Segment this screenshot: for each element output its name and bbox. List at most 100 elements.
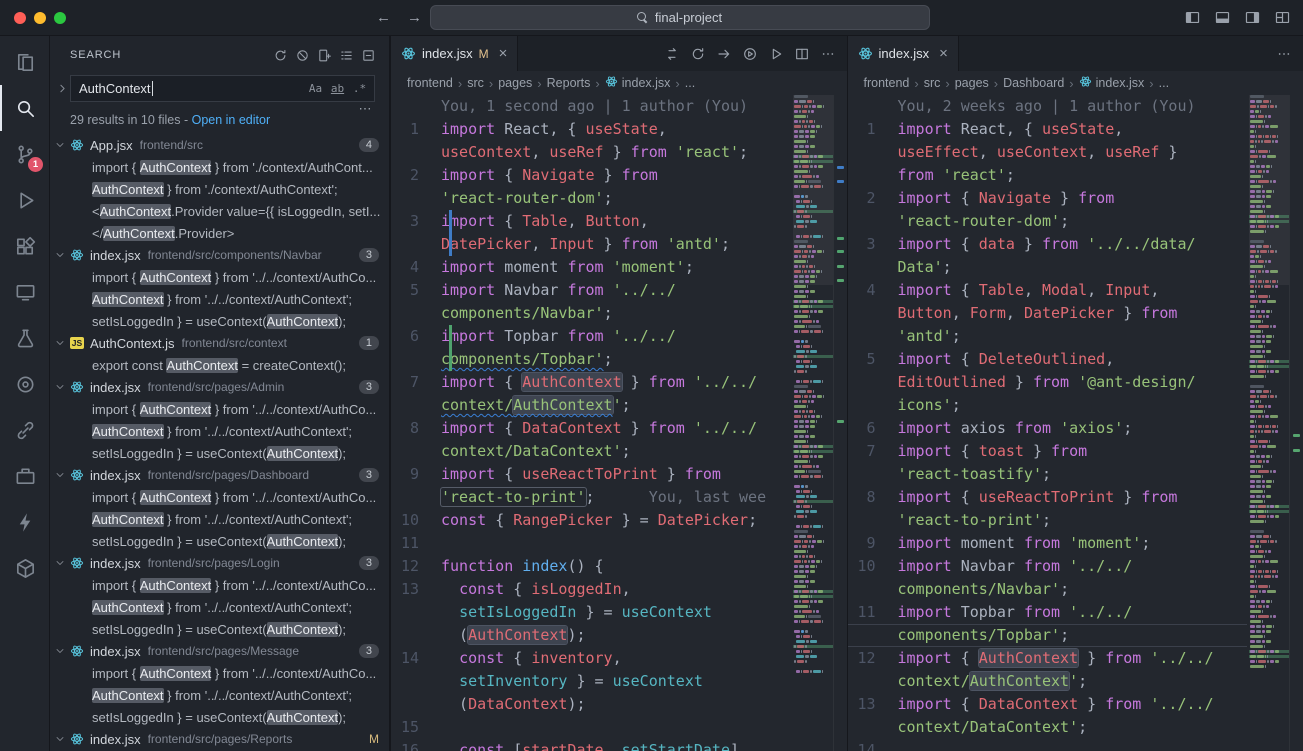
code-line[interactable]: components/Topbar'; [391, 348, 791, 371]
code-line[interactable]: components/Topbar'; [848, 624, 1248, 647]
activity-toolbox[interactable] [0, 453, 49, 499]
search-match-row[interactable]: setIsLoggedIn } = useContext(AuthContext… [50, 706, 389, 728]
search-file-row[interactable]: App.jsxfrontend/src4 [50, 134, 389, 156]
code-line[interactable]: 7import { AuthContext } from '../../ [391, 371, 791, 394]
panel-right-icon[interactable] [1244, 9, 1261, 26]
panel-left-icon[interactable] [1184, 9, 1201, 26]
code-line[interactable]: setIsLoggedIn } = useContext [391, 601, 791, 624]
run-debug-icon[interactable] [765, 43, 787, 65]
code-line[interactable]: context/AuthContext'; [391, 394, 791, 417]
breadcrumb-item[interactable]: src [467, 76, 484, 90]
match-case-icon[interactable]: Aa [306, 79, 325, 98]
open-new-search-editor-icon[interactable] [313, 44, 335, 66]
code-line[interactable]: 8import { DataContext } from '../../ [391, 417, 791, 440]
code-line[interactable]: EditOutlined } from '@ant-design/ [848, 371, 1248, 394]
search-match-row[interactable]: </AuthContext.Provider> [50, 222, 389, 244]
code-line[interactable]: 6import axios from 'axios'; [848, 417, 1248, 440]
search-match-row[interactable]: setIsLoggedIn } = useContext(AuthContext… [50, 618, 389, 640]
open-in-editor-link[interactable]: Open in editor [192, 113, 271, 127]
code-line[interactable]: useContext, useRef } from 'react'; [391, 141, 791, 164]
toggle-replace-icon[interactable] [56, 82, 70, 95]
code-line[interactable]: 2import { Navigate } from [391, 164, 791, 187]
code-line[interactable]: 3import { data } from '../../data/ [848, 233, 1248, 256]
code-line[interactable]: 'antd'; [848, 325, 1248, 348]
breadcrumb-item[interactable]: ... [685, 76, 695, 90]
code-line[interactable]: 2import { Navigate } from [848, 187, 1248, 210]
activity-run-and-debug[interactable] [0, 177, 49, 223]
code-line[interactable]: 13 const { isLoggedIn, [391, 578, 791, 601]
code-line[interactable]: DatePicker, Input } from 'antd'; [391, 233, 791, 256]
code-line[interactable]: You, 1 second ago | 1 author (You) [391, 95, 791, 118]
code-line[interactable]: 9import { useReactToPrint } from [391, 463, 791, 486]
search-file-row[interactable]: index.jsxfrontend/src/pages/Login3 [50, 552, 389, 574]
search-match-row[interactable]: AuthContext } from '../../context/AuthCo… [50, 596, 389, 618]
code-line[interactable]: 14 const { inventory, [391, 647, 791, 670]
breadcrumb-item[interactable]: frontend [407, 76, 453, 90]
more-actions-icon[interactable] [817, 43, 839, 65]
search-match-row[interactable]: AuthContext } from '../../context/AuthCo… [50, 508, 389, 530]
activity-project-manager[interactable] [0, 545, 49, 591]
open-changes-icon[interactable] [661, 43, 683, 65]
breadcrumb-item[interactable]: index.jsx [1079, 75, 1145, 91]
search-match-row[interactable]: import { AuthContext } from '../../conte… [50, 486, 389, 508]
code-area[interactable]: You, 2 weeks ago | 1 author (You)1import… [848, 95, 1248, 751]
panel-bottom-icon[interactable] [1214, 9, 1231, 26]
clear-search-icon[interactable] [291, 44, 313, 66]
search-file-row[interactable]: JSAuthContext.jsfrontend/src/context1 [50, 332, 389, 354]
overview-ruler[interactable] [1289, 95, 1303, 751]
search-match-row[interactable]: setIsLoggedIn } = useContext(AuthContext… [50, 530, 389, 552]
code-line[interactable]: 11import Topbar from '../../ [848, 601, 1248, 624]
code-line[interactable]: 'react-router-dom'; [391, 187, 791, 210]
search-file-row[interactable]: index.jsxfrontend/src/pages/ReportsM [50, 728, 389, 750]
code-line[interactable]: 16 const [startDate, setStartDate] [391, 739, 791, 751]
code-area[interactable]: You, 1 second ago | 1 author (You)1impor… [391, 95, 791, 751]
code-line[interactable]: 15 [391, 716, 791, 739]
search-match-row[interactable]: <AuthContext.Provider value={{ isLoggedI… [50, 200, 389, 222]
code-line[interactable]: components/Navbar'; [391, 302, 791, 325]
search-match-row[interactable]: AuthContext } from '../../context/AuthCo… [50, 420, 389, 442]
activity-gitlens[interactable] [0, 361, 49, 407]
search-file-row[interactable]: index.jsxfrontend/src/pages/Admin3 [50, 376, 389, 398]
code-line[interactable]: context/DataContext'; [848, 716, 1248, 739]
code-line[interactable]: Data'; [848, 256, 1248, 279]
code-line[interactable]: 12function index() { [391, 555, 791, 578]
code-line[interactable]: setInventory } = useContext [391, 670, 791, 693]
whole-word-icon[interactable]: ab [328, 79, 347, 98]
code-line[interactable]: 10const { RangePicker } = DatePicker; [391, 509, 791, 532]
regex-icon[interactable]: .* [350, 79, 369, 98]
breadcrumb-item[interactable]: ... [1159, 76, 1169, 90]
view-as-list-icon[interactable] [335, 44, 357, 66]
breadcrumb-item[interactable]: frontend [864, 76, 910, 90]
activity-extensions[interactable] [0, 223, 49, 269]
tab-index-jsx-dashboard[interactable]: index.jsx × [848, 36, 959, 71]
code-line[interactable]: 5import { DeleteOutlined, [848, 348, 1248, 371]
breadcrumb-item[interactable]: Dashboard [1003, 76, 1064, 90]
code-line[interactable]: 'react-toastify'; [848, 463, 1248, 486]
code-line[interactable]: 1import React, { useState, [848, 118, 1248, 141]
search-file-row[interactable]: index.jsxfrontend/src/components/Navbar3 [50, 244, 389, 266]
back-icon[interactable]: ← [376, 9, 391, 26]
code-line[interactable]: Button, Form, DatePicker } from [848, 302, 1248, 325]
more-actions-icon[interactable] [1273, 43, 1295, 65]
code-line[interactable]: 11 [391, 532, 791, 555]
search-match-row[interactable]: setIsLoggedIn } = useContext(AuthContext… [50, 310, 389, 332]
code-line[interactable]: 12import { AuthContext } from '../../ [848, 647, 1248, 670]
code-line[interactable]: (DataContext); [391, 693, 791, 716]
breadcrumb-item[interactable]: src [924, 76, 941, 90]
code-line[interactable]: (AuthContext); [391, 624, 791, 647]
activity-testing[interactable] [0, 315, 49, 361]
search-match-row[interactable]: export const AuthContext = createContext… [50, 354, 389, 376]
split-editor-icon[interactable] [791, 43, 813, 65]
code-line[interactable]: 4import moment from 'moment'; [391, 256, 791, 279]
minimap[interactable] [793, 95, 833, 751]
activity-remote-explorer[interactable] [0, 269, 49, 315]
search-input[interactable]: AuthContext Aaab.* [70, 75, 375, 102]
breadcrumb-item[interactable]: index.jsx [605, 75, 671, 91]
run-code-icon[interactable] [739, 43, 761, 65]
code-line[interactable]: from 'react'; [848, 164, 1248, 187]
code-line[interactable]: You, 2 weeks ago | 1 author (You) [848, 95, 1248, 118]
forward-icon[interactable]: → [407, 9, 422, 26]
code-line[interactable]: 8import { useReactToPrint } from [848, 486, 1248, 509]
close-tab-icon[interactable]: × [939, 46, 948, 61]
code-line[interactable]: 1import React, { useState, [391, 118, 791, 141]
